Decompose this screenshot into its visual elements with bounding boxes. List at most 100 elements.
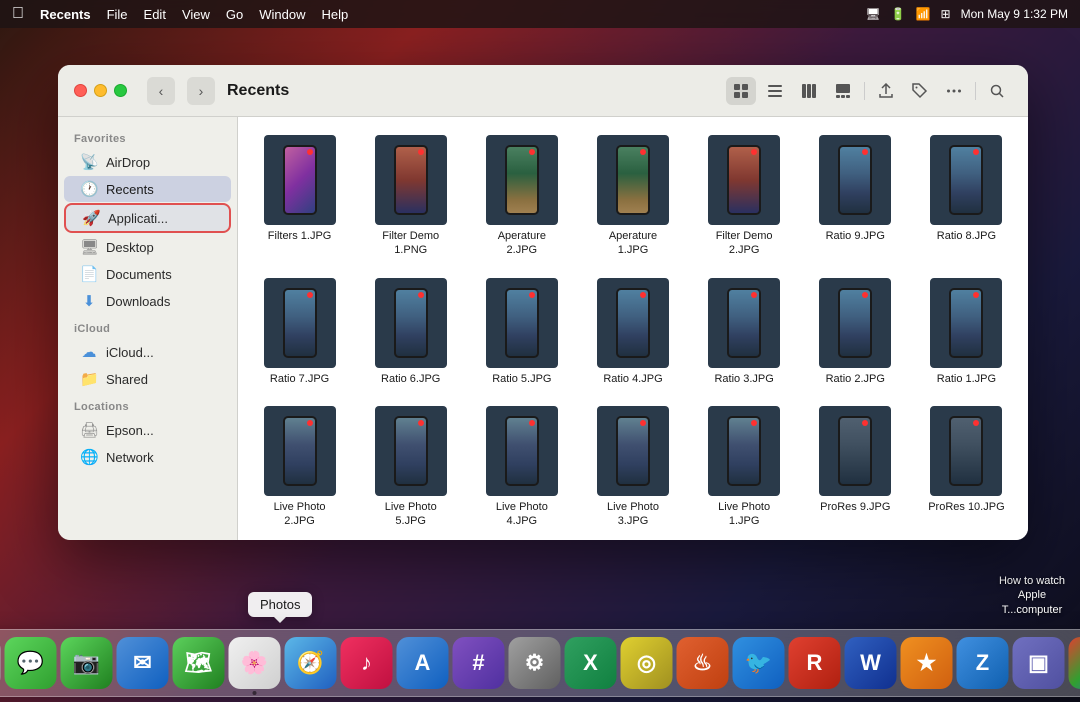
menubar-file[interactable]: File <box>107 7 128 22</box>
file-item[interactable]: Filter Demo 2.JPG <box>691 129 798 264</box>
file-item[interactable]: Live Photo 2.JPG <box>246 400 353 535</box>
icloud-label: iCloud <box>58 315 237 338</box>
dock-icon-things[interactable]: ★ <box>901 637 953 689</box>
file-label: Ratio 9.JPG <box>826 229 885 243</box>
sidebar-item-desktop[interactable]: 🖥 Desktop <box>64 234 231 260</box>
column-view-button[interactable] <box>794 77 824 105</box>
file-item[interactable]: Ratio 1.JPG <box>913 272 1020 392</box>
dock-icon-systemprefs[interactable]: ⚙ <box>509 637 561 689</box>
dock-icon-word[interactable]: W <box>845 637 897 689</box>
forward-button[interactable]: › <box>187 77 215 105</box>
file-item[interactable]: Aperature 1.JPG <box>579 129 686 264</box>
dock-icon-excel[interactable]: X <box>565 637 617 689</box>
more-options-button[interactable] <box>939 77 969 105</box>
file-label: Ratio 6.JPG <box>381 372 440 386</box>
dock-icon-launchpad[interactable]: ⚙ <box>0 637 1 689</box>
list-view-button[interactable] <box>760 77 790 105</box>
file-item[interactable]: Ratio 8.JPG <box>913 129 1020 264</box>
file-item[interactable]: Ratio 3.JPG <box>691 272 798 392</box>
sidebar-item-documents[interactable]: 📄 Documents <box>64 261 231 287</box>
file-item[interactable]: Live Photo 4.JPG <box>468 400 575 535</box>
menubar:  Recents File Edit View Go Window Help … <box>0 0 1080 28</box>
gallery-view-button[interactable] <box>828 77 858 105</box>
dock-icon-maps[interactable]: 🗺 <box>173 637 225 689</box>
dock-icon-photos[interactable]: 🌸 <box>229 637 281 689</box>
file-label: Aperature 1.JPG <box>593 229 673 258</box>
back-button[interactable]: ‹ <box>147 77 175 105</box>
dock-icon-chrome2[interactable]: ◎ <box>1069 637 1080 689</box>
sidebar-icloud-label: iCloud... <box>106 345 154 360</box>
dock-icon-facetime[interactable]: 📷 <box>61 637 113 689</box>
battery-icon: 🔋 <box>891 7 906 21</box>
apple-menu[interactable]:  <box>12 5 24 23</box>
file-label: Ratio 5.JPG <box>492 372 551 386</box>
menubar-window[interactable]: Window <box>259 7 305 22</box>
file-label: Ratio 4.JPG <box>603 372 662 386</box>
dock-icon-zoom[interactable]: Z <box>957 637 1009 689</box>
toolbar-icons <box>726 77 1012 105</box>
file-item[interactable]: Ratio 6.JPG <box>357 272 464 392</box>
close-button[interactable] <box>74 84 87 97</box>
file-item[interactable]: Filter Demo 1.PNG <box>357 129 464 264</box>
dock-icon-reeder[interactable]: R <box>789 637 841 689</box>
dock-icon-appstore[interactable]: A <box>397 637 449 689</box>
file-label: Aperature 2.JPG <box>482 229 562 258</box>
file-item[interactable]: ProRes 10.JPG <box>913 400 1020 535</box>
share-button[interactable] <box>871 77 901 105</box>
file-item[interactable]: Ratio 2.JPG <box>802 272 909 392</box>
search-button[interactable] <box>982 77 1012 105</box>
traffic-lights <box>74 84 127 97</box>
sidebar: Favorites 📡 AirDrop 🕐 Recents 🚀 Applicat… <box>58 117 238 540</box>
file-item[interactable]: Live Photo 5.JPG <box>357 400 464 535</box>
sidebar-documents-label: Documents <box>106 267 172 282</box>
dock-icon-mail[interactable]: ✉ <box>117 637 169 689</box>
maximize-button[interactable] <box>114 84 127 97</box>
dock-icon-safari[interactable]: 🧭 <box>285 637 337 689</box>
menubar-left:  Recents File Edit View Go Window Help <box>12 5 348 23</box>
file-item[interactable]: Live Photo 3.JPG <box>579 400 686 535</box>
icloud-icon: ☁ <box>80 343 98 361</box>
file-label: Ratio 7.JPG <box>270 372 329 386</box>
dock-icon-slack[interactable]: # <box>453 637 505 689</box>
sidebar-item-recents[interactable]: 🕐 Recents <box>64 176 231 202</box>
file-item[interactable]: ProRes 9.JPG <box>802 400 909 535</box>
file-item[interactable]: Ratio 4.JPG <box>579 272 686 392</box>
recents-icon: 🕐 <box>80 180 98 198</box>
sidebar-item-downloads[interactable]: ⬇ Downloads <box>64 288 231 314</box>
tag-button[interactable] <box>905 77 935 105</box>
menubar-go[interactable]: Go <box>226 7 243 22</box>
dock-icon-screenium[interactable]: ▣ <box>1013 637 1065 689</box>
file-item[interactable]: Ratio 7.JPG <box>246 272 353 392</box>
menubar-edit[interactable]: Edit <box>144 7 166 22</box>
file-item[interactable]: Ratio 9.JPG <box>802 129 909 264</box>
file-label: Live Photo 3.JPG <box>593 500 673 529</box>
file-label: Ratio 1.JPG <box>937 372 996 386</box>
dock-icon-taskheat[interactable]: ♨ <box>677 637 729 689</box>
sidebar-item-applications[interactable]: 🚀 Applicati... <box>64 203 231 233</box>
sidebar-item-icloud[interactable]: ☁ iCloud... <box>64 339 231 365</box>
file-label: Live Photo 2.JPG <box>260 500 340 529</box>
dock-icon-messages[interactable]: 💬 <box>5 637 57 689</box>
menubar-view[interactable]: View <box>182 7 210 22</box>
file-item[interactable]: Ratio 5.JPG <box>468 272 575 392</box>
sidebar-item-epson[interactable]: 🖨 Epson... <box>64 417 231 443</box>
dock-icon-chrome[interactable]: ◎ <box>621 637 673 689</box>
controlcenter-icon[interactable]: ⊞ <box>941 7 951 21</box>
menubar-datetime: Mon May 9 1:32 PM <box>961 7 1068 21</box>
file-item[interactable]: Filters 1.JPG <box>246 129 353 264</box>
sidebar-item-airdrop[interactable]: 📡 AirDrop <box>64 149 231 175</box>
file-grid: Filters 1.JPGFilter Demo 1.PNG Aperature … <box>246 129 1020 540</box>
file-label: Ratio 8.JPG <box>937 229 996 243</box>
minimize-button[interactable] <box>94 84 107 97</box>
file-item[interactable]: Live Photo 1.JPG <box>691 400 798 535</box>
dock-icon-music[interactable]: ♪ <box>341 637 393 689</box>
menubar-app-name[interactable]: Recents <box>40 7 91 22</box>
icon-view-button[interactable] <box>726 77 756 105</box>
menubar-help[interactable]: Help <box>321 7 348 22</box>
sidebar-item-shared[interactable]: 📁 Shared <box>64 366 231 392</box>
content-area[interactable]: Filters 1.JPGFilter Demo 1.PNG Aperature … <box>238 117 1028 540</box>
file-item[interactable]: Aperature 2.JPG <box>468 129 575 264</box>
sidebar-item-network[interactable]: 🌐 Network <box>64 444 231 470</box>
file-label: Ratio 3.JPG <box>714 372 773 386</box>
dock-icon-tweetbot[interactable]: 🐦 <box>733 637 785 689</box>
